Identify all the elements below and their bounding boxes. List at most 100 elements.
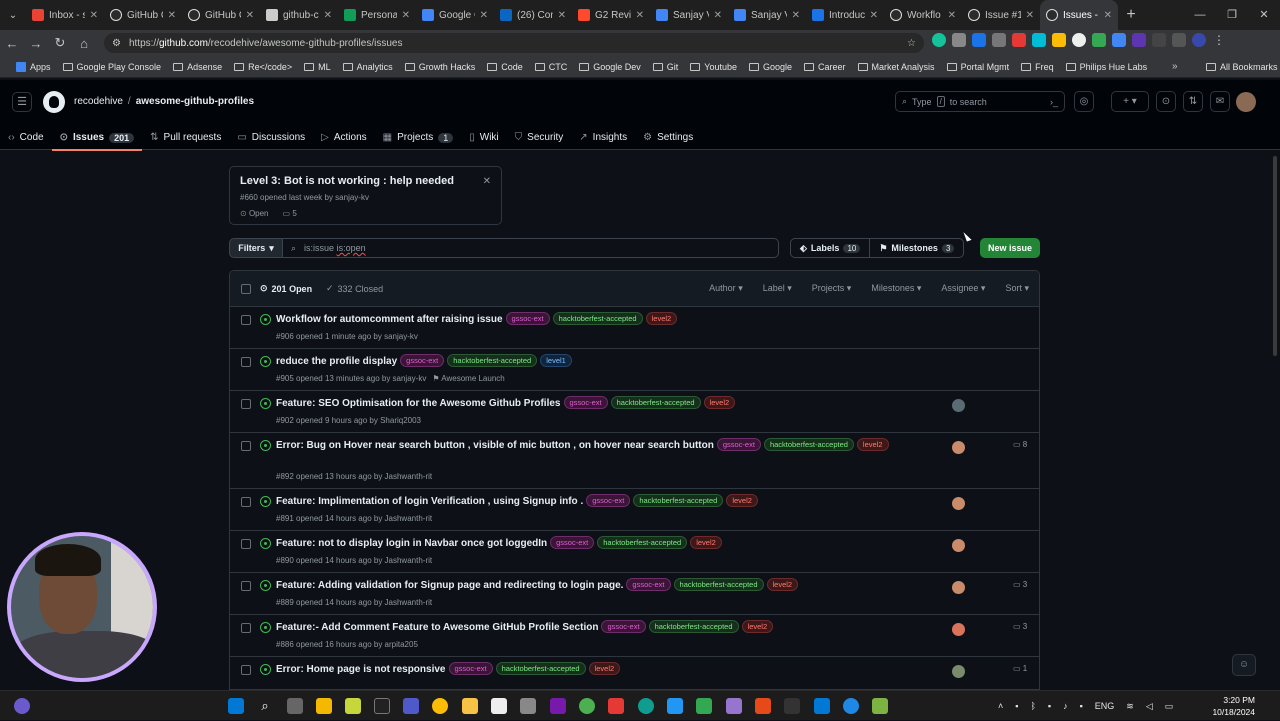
closed-issues-toggle[interactable]: ✓ 332 Closed: [326, 283, 383, 294]
bookmark-item[interactable]: Analytics: [337, 62, 399, 72]
task-view-icon[interactable]: [287, 698, 303, 714]
comment-count[interactable]: ▭ 1: [1013, 664, 1027, 673]
assignee-avatar[interactable]: [952, 623, 965, 636]
tab-issues[interactable]: ⊙ Issues 201: [51, 125, 143, 151]
issue-label[interactable]: hacktoberfest-accepted: [763, 438, 854, 451]
tab-close-icon[interactable]: ✕: [558, 10, 566, 21]
tab-close-icon[interactable]: ✕: [90, 10, 98, 21]
app-icon[interactable]: [345, 698, 361, 714]
extension-icon[interactable]: [1152, 33, 1166, 47]
issue-label[interactable]: level2: [645, 312, 678, 325]
extension-icon[interactable]: [1012, 33, 1026, 47]
browser-tab[interactable]: Issue #1 ✕: [962, 0, 1040, 30]
tab-actions[interactable]: ▷ Actions: [313, 125, 375, 150]
tab-settings[interactable]: ⚙ Settings: [635, 125, 701, 150]
issue-label[interactable]: level2: [703, 396, 736, 409]
tab-close-icon[interactable]: ✕: [246, 10, 254, 21]
issue-label[interactable]: level1: [540, 354, 572, 367]
browser-tab[interactable]: GitHub C ✕: [182, 0, 260, 30]
bookmark-item[interactable]: Google Dev: [573, 62, 647, 72]
issue-label[interactable]: gssoc-ext: [400, 354, 445, 367]
tab-close-icon[interactable]: ✕: [870, 10, 878, 21]
wifi-icon[interactable]: ≋: [1126, 701, 1134, 712]
issue-search-input[interactable]: ⌕ is:issue is:open: [283, 238, 779, 258]
bookmark-item[interactable]: Philips Hue Labs: [1060, 62, 1154, 72]
page-scrollbar[interactable]: [1272, 150, 1278, 690]
browser-tab[interactable]: Personal ✕: [338, 0, 416, 30]
menu-dots-icon[interactable]: ⋮: [1212, 33, 1226, 47]
app-icon[interactable]: [872, 698, 888, 714]
browser-tab[interactable]: GitHub C ✕: [104, 0, 182, 30]
issue-title[interactable]: Feature:- Add Comment Feature to Awesome…: [276, 622, 598, 633]
extension-icon[interactable]: [992, 33, 1006, 47]
tray-app-icon[interactable]: ▪: [1080, 701, 1083, 711]
tab-search-icon[interactable]: ⌄: [0, 0, 26, 30]
issue-label[interactable]: level2: [856, 438, 889, 451]
tab-close-icon[interactable]: ✕: [948, 10, 956, 21]
tray-app-icon[interactable]: ▪: [1015, 701, 1018, 711]
browser-tab[interactable]: Google C ✕: [416, 0, 494, 30]
assignee-avatar[interactable]: [952, 665, 965, 678]
issue-title[interactable]: Error: Home page is not responsive: [276, 664, 446, 675]
tab-security[interactable]: ⛉ Security: [507, 125, 572, 150]
extension-icon[interactable]: [1112, 33, 1126, 47]
issue-label[interactable]: gssoc-ext: [626, 578, 671, 591]
weather-widget-icon[interactable]: [14, 698, 30, 714]
windows-start-icon[interactable]: [228, 698, 244, 714]
copilot-app-icon[interactable]: [316, 698, 332, 714]
clock[interactable]: 3:20 PM 10/18/2024: [1205, 694, 1255, 718]
hamburger-menu-icon[interactable]: ☰: [12, 92, 32, 112]
issue-title[interactable]: reduce the profile display: [276, 356, 397, 367]
bookmark-item[interactable]: Growth Hacks: [399, 62, 482, 72]
user-avatar[interactable]: [1236, 92, 1256, 112]
pinned-issue-title[interactable]: Level 3: Bot is not working : help neede…: [240, 175, 491, 187]
issue-label[interactable]: hacktoberfest-accepted: [610, 396, 701, 409]
volume-icon[interactable]: ◁: [1146, 701, 1153, 712]
issue-label[interactable]: level2: [766, 578, 799, 591]
tab-close-icon[interactable]: ✕: [714, 10, 722, 21]
issue-title[interactable]: Feature: not to display login in Navbar …: [276, 538, 547, 549]
filters-button[interactable]: Filters ▾: [229, 238, 283, 258]
issue-checkbox[interactable]: [241, 315, 251, 325]
bookmark-item[interactable]: Google Play Console: [57, 62, 168, 72]
bookmark-item[interactable]: Freq: [1015, 62, 1060, 72]
browser-tab[interactable]: Workflo ✕: [884, 0, 962, 30]
filter-sort[interactable]: Sort ▾: [1005, 283, 1029, 294]
issue-label[interactable]: gssoc-ext: [550, 536, 595, 549]
teams-icon[interactable]: [403, 698, 419, 714]
url-bar[interactable]: ⚙ https://github.com/recodehive/awesome-…: [104, 33, 924, 53]
app-icon[interactable]: [696, 698, 712, 714]
back-icon[interactable]: ←: [0, 36, 24, 51]
chrome-icon[interactable]: [432, 698, 448, 714]
issue-label[interactable]: gssoc-ext: [448, 662, 493, 675]
bookmark-item[interactable]: Code: [481, 62, 529, 72]
command-palette-icon[interactable]: ›_: [1050, 97, 1058, 107]
close-window-icon[interactable]: ✕: [1248, 0, 1280, 30]
language-indicator[interactable]: ENG: [1095, 701, 1115, 711]
comment-count[interactable]: ▭ 8: [1013, 440, 1027, 449]
issue-title[interactable]: Feature: SEO Optimisation for the Awesom…: [276, 398, 561, 409]
browser-tab[interactable]: Introduc ✕: [806, 0, 884, 30]
site-info-icon[interactable]: ⚙: [112, 38, 121, 49]
issue-label[interactable]: hacktoberfest-accepted: [648, 620, 739, 633]
issue-label[interactable]: hacktoberfest-accepted: [447, 354, 538, 367]
vscode-icon[interactable]: [814, 698, 830, 714]
maximize-icon[interactable]: ❐: [1216, 0, 1248, 30]
filter-author[interactable]: Author ▾: [709, 283, 743, 294]
browser-tab[interactable]: Inbox - s ✕: [26, 0, 104, 30]
issue-label[interactable]: gssoc-ext: [601, 620, 646, 633]
new-tab-button[interactable]: +: [1118, 6, 1144, 24]
issue-label[interactable]: hacktoberfest-accepted: [673, 578, 764, 591]
microphone-icon[interactable]: ♪: [1063, 701, 1068, 711]
labels-button[interactable]: ⬖ Labels 10: [791, 239, 869, 257]
pull-requests-icon[interactable]: ⇅: [1183, 91, 1203, 112]
app-icon[interactable]: [667, 698, 683, 714]
bookmark-item[interactable]: Market Analysis: [852, 62, 941, 72]
repo-link[interactable]: awesome-github-profiles: [136, 96, 254, 107]
issue-title[interactable]: Workflow for automcomment after raising …: [276, 314, 503, 325]
new-issue-button[interactable]: New issue: [980, 238, 1040, 258]
notifications-icon[interactable]: ✉: [1210, 91, 1230, 112]
extension-icon[interactable]: [1132, 33, 1146, 47]
bookmark-item[interactable]: Adsense: [167, 62, 228, 72]
issue-milestone[interactable]: ⚑ Awesome Launch: [432, 374, 504, 383]
